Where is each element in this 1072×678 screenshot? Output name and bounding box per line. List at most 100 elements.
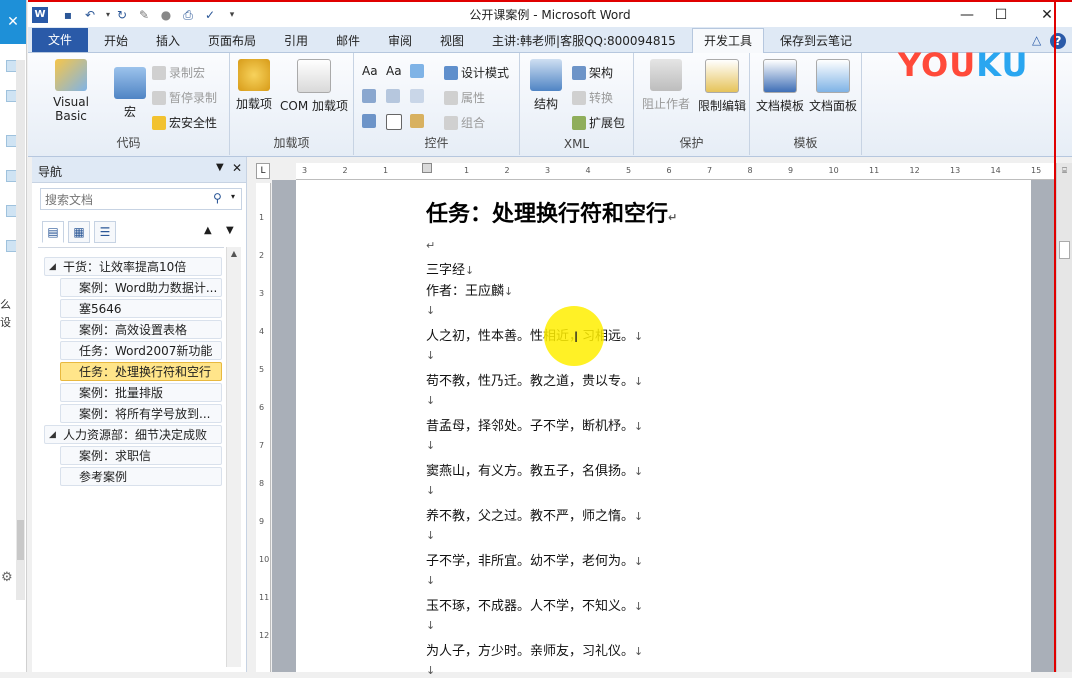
dropdown-control-button[interactable] [410, 89, 427, 103]
picture-control-button[interactable] [410, 64, 427, 78]
chevron-down-icon[interactable]: ▼ [216, 162, 224, 173]
document-panel-button[interactable]: 文档面板 [806, 59, 860, 114]
block-authors-button[interactable]: 阻止作者 [638, 59, 694, 112]
com-addins-button[interactable]: COM 加载项 [276, 59, 352, 114]
combo-box-control-button[interactable] [386, 89, 403, 103]
empty-line[interactable]: ↓ [426, 573, 435, 588]
scrollbar-thumb[interactable] [17, 520, 24, 560]
nav-heading-level2[interactable]: 参考案例 [60, 467, 222, 486]
tab-review[interactable]: 审阅 [388, 32, 412, 49]
empty-line[interactable]: ↓ [426, 528, 435, 543]
document-scrollbar[interactable]: ⌸ [1056, 163, 1072, 672]
legacy-tools-button[interactable] [410, 114, 427, 128]
chevron-down-icon[interactable]: ▾ [231, 192, 235, 201]
group-button[interactable]: 组合 [444, 114, 485, 131]
tab-view[interactable]: 视图 [440, 32, 464, 49]
restrict-editing-button[interactable]: 限制编辑 [694, 59, 750, 114]
nav-heading-level2[interactable]: 案例：求职信 [60, 446, 222, 465]
tab-save-to-cloud[interactable]: 保存到云笔记 [780, 32, 852, 49]
search-box[interactable]: ⚲ ▾ [40, 188, 242, 210]
record-macro-button[interactable]: 录制宏 [152, 64, 205, 81]
document-line[interactable]: 窦燕山，有义方。教五子，名俱扬。↓ [426, 460, 643, 479]
tab-home[interactable]: 开始 [104, 32, 128, 49]
empty-line[interactable]: ↵ [426, 238, 435, 253]
vertical-ruler[interactable]: 1 2 3 4 5 6 7 8 9 10 11 12 [256, 183, 271, 672]
tab-mailings[interactable]: 邮件 [336, 32, 360, 49]
expansion-pack-button[interactable]: 扩展包 [572, 114, 625, 131]
document-page[interactable]: 任务：处理换行符和空行↵ ↵ 三字经↓ 作者：王应麟↓ ↓ 人之初，性本善。性相近，习相… [296, 180, 1031, 677]
tab-insert[interactable]: 插入 [156, 32, 180, 49]
document-heading[interactable]: 任务：处理换行符和空行↵ [426, 196, 677, 228]
nav-heading-level1[interactable]: ◢ 干货：让效率提高10倍 [44, 257, 222, 276]
transform-button[interactable]: 转换 [572, 89, 613, 106]
close-icon[interactable]: ✕ [232, 161, 242, 175]
visual-basic-button[interactable]: Visual Basic [36, 59, 106, 123]
empty-line[interactable]: ↓ [426, 438, 435, 453]
collapse-triangle-icon[interactable]: ◢ [49, 426, 56, 443]
tab-instructor-info[interactable]: 主讲:韩老师|客服QQ:800094815 [492, 32, 676, 49]
empty-line[interactable]: ↓ [426, 303, 435, 318]
search-input[interactable] [43, 190, 207, 210]
scrollbar[interactable] [16, 60, 25, 600]
pause-record-button[interactable]: 暂停录制 [152, 89, 217, 106]
gear-icon[interactable]: ⚙ [1, 570, 13, 585]
schema-button[interactable]: 架构 [572, 64, 613, 81]
horizontal-ruler[interactable]: 3 2 1 1 2 3 4 5 6 7 8 9 10 11 12 13 14 15 [296, 163, 1056, 180]
document-line[interactable]: 昔孟母，择邻处。子不学，断机杼。↓ [426, 415, 643, 434]
tab-file[interactable]: 文件 [32, 28, 88, 52]
nav-heading-level2[interactable]: 案例：批量排版 [60, 383, 222, 402]
nav-heading-level1[interactable]: ◢ 人力资源部：细节决定成败 [44, 425, 222, 444]
maximize-button[interactable]: ☐ [986, 5, 1016, 25]
tab-selector[interactable]: L [256, 163, 270, 179]
date-picker-control-button[interactable] [362, 114, 379, 128]
scrollbar-thumb[interactable] [1059, 241, 1070, 259]
pages-view-tab[interactable]: ▦ [68, 221, 90, 243]
indent-marker[interactable] [422, 163, 432, 173]
empty-line[interactable]: ↓ [426, 483, 435, 498]
minimize-button[interactable]: — [952, 5, 982, 25]
scroll-up-icon[interactable]: ▲ [227, 247, 241, 261]
design-mode-button[interactable]: 设计模式 [444, 64, 509, 81]
next-heading-icon[interactable]: ▼ [226, 225, 234, 236]
document-template-button[interactable]: 文档模板 [754, 59, 806, 114]
empty-line[interactable]: ↓ [426, 393, 435, 408]
nav-heading-level2[interactable]: 案例：Word助力数据计... [60, 278, 222, 297]
nav-heading-level2[interactable]: 任务：Word2007新功能 [60, 341, 222, 360]
close-icon[interactable]: ✕ [0, 0, 26, 44]
plain-text-control-button[interactable]: Aa [386, 64, 402, 78]
macro-button[interactable]: 宏 [112, 67, 148, 120]
nav-heading-level2[interactable]: 案例：将所有学号放到... [60, 404, 222, 423]
document-line[interactable]: 玉不琢，不成器。人不学，不知义。↓ [426, 595, 643, 614]
macro-security-button[interactable]: 宏安全性 [152, 114, 217, 131]
document-line[interactable]: 作者：王应麟↓ [426, 280, 513, 299]
building-block-control-button[interactable] [362, 89, 379, 103]
rich-text-control-button[interactable]: Aa [362, 64, 378, 78]
nav-heading-level2[interactable]: 案例：高效设置表格 [60, 320, 222, 339]
nav-heading-level2[interactable]: 塞5646 [60, 299, 222, 318]
collapse-ribbon-icon[interactable]: △ [1032, 33, 1041, 47]
tab-developer[interactable]: 开发工具 [692, 28, 764, 53]
checkbox-control-button[interactable] [386, 114, 405, 130]
collapse-triangle-icon[interactable]: ◢ [49, 258, 56, 275]
nav-heading-level2[interactable]: 任务：处理换行符和空行 [60, 362, 222, 381]
document-line[interactable]: 苟不教，性乃迁。教之道，贵以专。↓ [426, 370, 643, 389]
addins-button[interactable]: 加载项 [234, 59, 274, 112]
document-line[interactable]: 子不学，非所宜。幼不学，老何为。↓ [426, 550, 643, 569]
empty-line[interactable]: ↓ [426, 663, 435, 678]
document-line[interactable]: 人之初，性本善。性相近，习相远。↓ [426, 325, 643, 344]
document-line[interactable]: 三字经↓ [426, 259, 474, 278]
help-icon[interactable]: ? [1050, 33, 1066, 49]
split-icon[interactable]: ⌸ [1057, 163, 1072, 179]
empty-line[interactable]: ↓ [426, 348, 435, 363]
close-button[interactable]: ✕ [1032, 5, 1062, 25]
nav-scrollbar[interactable]: ▲ [226, 247, 241, 667]
tab-references[interactable]: 引用 [284, 32, 308, 49]
tab-page-layout[interactable]: 页面布局 [208, 32, 256, 49]
empty-line[interactable]: ↓ [426, 618, 435, 633]
search-icon[interactable]: ⚲ [213, 191, 222, 205]
properties-button[interactable]: 属性 [444, 89, 485, 106]
structure-button[interactable]: 结构 [526, 59, 566, 112]
previous-heading-icon[interactable]: ▲ [204, 225, 212, 236]
results-view-tab[interactable]: ☰ [94, 221, 116, 243]
document-line[interactable]: 为人子，方少时。亲师友，习礼仪。↓ [426, 640, 643, 659]
